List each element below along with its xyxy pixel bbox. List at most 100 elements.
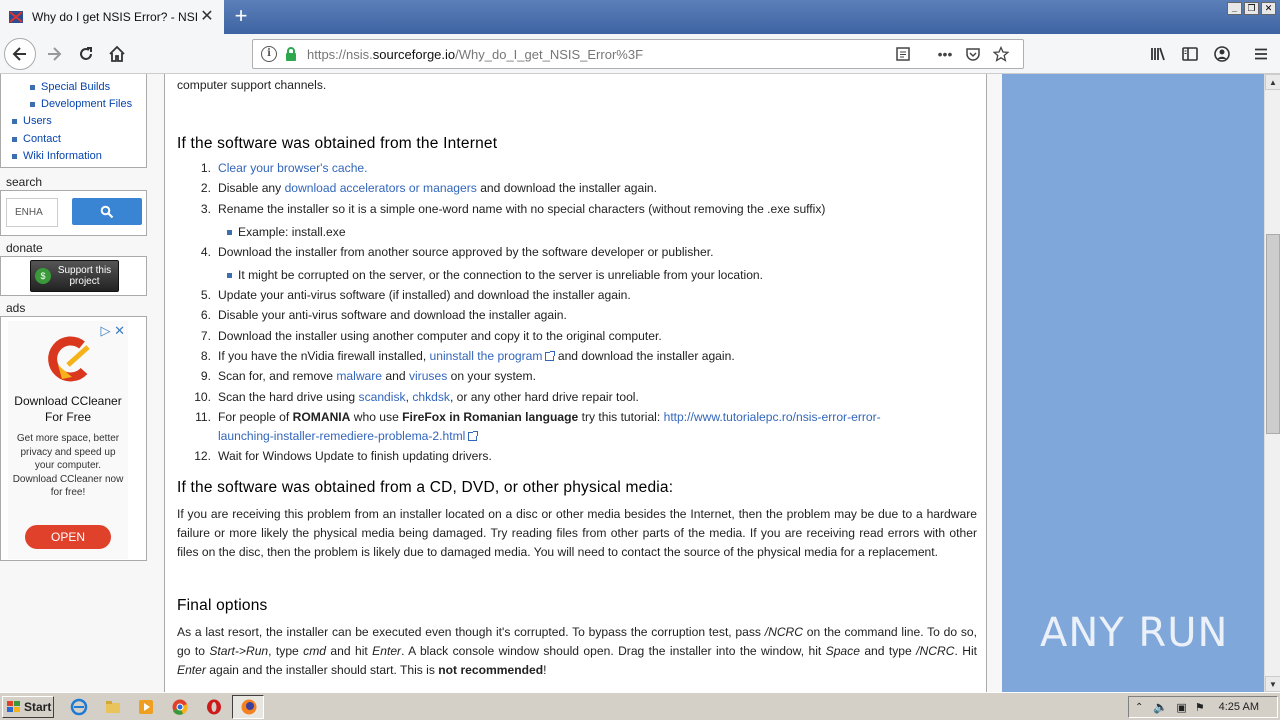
flag-icon[interactable]: ⚑: [1195, 701, 1205, 714]
ccleaner-ad[interactable]: ▷ ✕ Download CCleaner For Free Get more …: [8, 321, 128, 559]
step-3-example: Example: install.exe: [227, 225, 346, 239]
sidebar-item-special-builds[interactable]: Special Builds: [30, 81, 110, 93]
step-number: 10.: [194, 390, 211, 404]
tutorial-link[interactable]: http://www.tutorialepc.ro/nsis-error-err…: [664, 410, 881, 424]
step-number: 1.: [200, 161, 211, 175]
window-controls: _ ❐ ✕: [1227, 2, 1276, 15]
media-player-icon[interactable]: [137, 698, 155, 716]
article-content: computer support channels. If the softwa…: [164, 74, 987, 692]
new-tab-button[interactable]: +: [228, 4, 254, 30]
clear-cache-link[interactable]: Clear your browser's cache.: [218, 161, 368, 175]
internet-explorer-icon[interactable]: [70, 698, 88, 716]
search-heading: search: [6, 175, 43, 189]
close-window-button[interactable]: ✕: [1261, 2, 1276, 15]
home-button[interactable]: [101, 38, 133, 70]
sidebar-item-wiki-information[interactable]: Wiki Information: [12, 150, 102, 162]
step-number: 5.: [200, 288, 211, 302]
step-11-link-cont: launching-installer-remediere-problema-2…: [218, 429, 479, 443]
uninstall-program-link[interactable]: uninstall the program: [430, 349, 556, 363]
step-number: 4.: [200, 245, 211, 259]
start-button[interactable]: Start: [2, 696, 54, 718]
ad-description: Get more space, better privacy and speed…: [12, 433, 124, 499]
section-final-body: As a last resort, the installer can be e…: [177, 625, 977, 677]
system-tray: ⌃ 🔈 ▣ ⚑ 4:25 AM: [1128, 696, 1278, 718]
step-4: Download the installer from another sour…: [218, 245, 714, 259]
url-bar[interactable]: i https://nsis.sourceforge.io/Why_do_I_g…: [252, 39, 1024, 69]
sidebar-item-development-files[interactable]: Development Files: [30, 98, 132, 110]
anyrun-watermark: ANY RUN: [1040, 610, 1229, 656]
navigation-toolbar: i https://nsis.sourceforge.io/Why_do_I_g…: [0, 34, 1280, 74]
tutorial-link-cont[interactable]: launching-installer-remediere-problema-2…: [218, 429, 479, 443]
tab-close-icon[interactable]: ✕: [198, 9, 216, 25]
url-text[interactable]: https://nsis.sourceforge.io/Why_do_I_get…: [307, 47, 889, 62]
step-number: 6.: [200, 308, 211, 322]
search-button[interactable]: [72, 198, 142, 225]
forward-button[interactable]: [38, 38, 70, 70]
restore-button[interactable]: ❐: [1244, 2, 1259, 15]
clock[interactable]: 4:25 AM: [1219, 701, 1259, 713]
step-10: Scan the hard drive using scandisk, chkd…: [218, 390, 639, 404]
scandisk-link[interactable]: scandisk: [359, 390, 406, 404]
bookmark-star-icon[interactable]: [987, 40, 1015, 68]
step-number: 11.: [195, 410, 211, 424]
volume-icon[interactable]: 🔈: [1153, 700, 1168, 714]
vertical-scrollbar[interactable]: ▲ ▼: [1264, 74, 1280, 692]
sidebar: Special Builds Development Files Users C…: [0, 74, 148, 692]
sidebar-item-contact[interactable]: Contact: [12, 133, 61, 145]
chrome-icon[interactable]: [171, 698, 189, 716]
search-box: ENHA: [0, 190, 147, 236]
ad-open-button[interactable]: OPEN: [25, 525, 111, 549]
support-project-button[interactable]: $ Support this project: [30, 260, 119, 292]
step-9: Scan for, and remove malware and viruses…: [218, 369, 536, 383]
tray-expand-icon[interactable]: ⌃: [1135, 702, 1143, 713]
page-viewport: Special Builds Development Files Users C…: [0, 74, 1264, 692]
scroll-down-icon[interactable]: ▼: [1265, 676, 1280, 692]
ads-heading: ads: [6, 301, 26, 315]
pocket-icon[interactable]: [959, 40, 987, 68]
step-number: 12.: [194, 449, 211, 463]
search-input[interactable]: ENHA: [6, 198, 58, 227]
tab-title: Why do I get NSIS Error? - NSIS: [32, 10, 198, 24]
dollar-coin-icon: $: [35, 268, 51, 284]
sidebar-toggle-icon[interactable]: [1178, 42, 1202, 66]
external-link-icon: [468, 431, 479, 441]
right-blue-panel: [1002, 74, 1264, 692]
sidebar-item-users[interactable]: Users: [12, 115, 52, 127]
download-accelerators-link[interactable]: download accelerators or managers: [285, 181, 477, 195]
network-icon[interactable]: ▣: [1176, 701, 1186, 714]
back-button[interactable]: [4, 38, 36, 70]
intro-tail: computer support channels.: [177, 78, 327, 92]
step-5: Update your anti-virus software (if inst…: [218, 288, 631, 302]
site-info-icon[interactable]: i: [261, 46, 277, 62]
scroll-thumb[interactable]: [1266, 234, 1280, 434]
page-actions-icon[interactable]: •••: [931, 40, 959, 68]
chkdsk-link[interactable]: chkdsk: [412, 390, 450, 404]
search-icon: [100, 205, 114, 218]
opera-icon[interactable]: [205, 698, 223, 716]
step-1: Clear your browser's cache.: [218, 161, 368, 175]
ccleaner-logo-icon: [48, 336, 90, 382]
step-6: Disable your anti-virus software and dow…: [218, 308, 567, 322]
back-arrow-icon: [12, 47, 26, 61]
step-number: 2.: [200, 181, 211, 195]
minimize-button[interactable]: _: [1227, 2, 1242, 15]
malware-link[interactable]: malware: [336, 369, 382, 383]
scroll-up-icon[interactable]: ▲: [1265, 74, 1280, 90]
reader-view-icon[interactable]: [889, 40, 917, 68]
menu-icon[interactable]: [1249, 42, 1273, 66]
reload-button[interactable]: [70, 38, 102, 70]
section-media-body: If you are receiving this problem from a…: [177, 507, 977, 559]
home-icon: [109, 45, 125, 62]
viruses-link[interactable]: viruses: [409, 369, 447, 383]
windows-logo-icon: [7, 701, 20, 712]
file-explorer-icon[interactable]: [104, 698, 122, 716]
account-icon[interactable]: [1210, 42, 1234, 66]
firefox-taskbar-button[interactable]: [232, 695, 264, 719]
tab-nsis-error[interactable]: Why do I get NSIS Error? - NSIS ✕: [0, 0, 224, 34]
library-icon[interactable]: [1146, 42, 1170, 66]
adchoices-icon[interactable]: ▷ ✕: [100, 323, 125, 339]
firefox-icon: [241, 699, 257, 715]
external-link-icon: [545, 351, 556, 361]
step-number: 9.: [200, 369, 211, 383]
step-11: For people of ROMANIA who use FireFox in…: [218, 410, 881, 424]
